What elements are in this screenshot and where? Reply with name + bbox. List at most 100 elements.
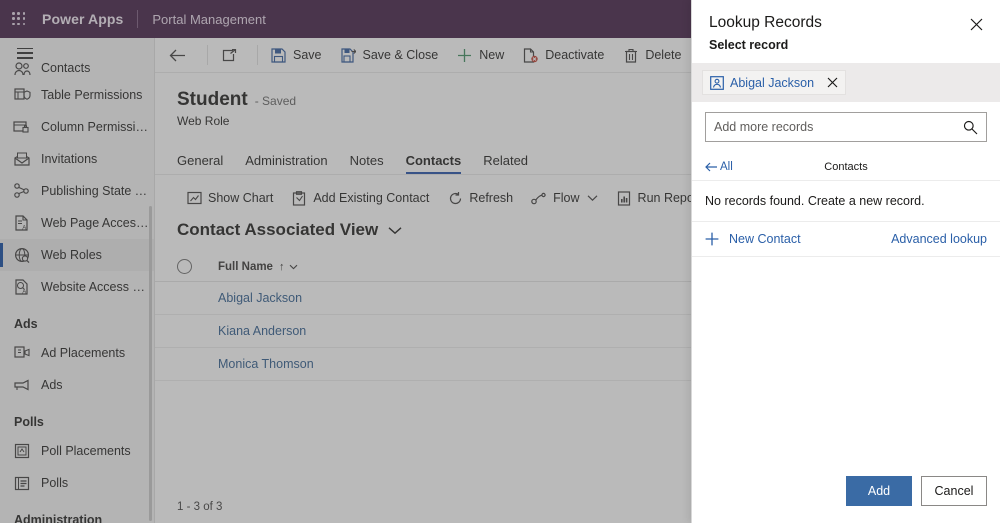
command-label: Save	[293, 48, 322, 62]
table-permissions-icon	[11, 86, 33, 104]
sidebar-item-label: Column Permissio...	[41, 120, 149, 134]
page-title: Student	[177, 89, 248, 110]
sidebar-item-label: Publishing State T...	[41, 184, 149, 198]
flow-icon	[531, 190, 547, 206]
command-separator	[207, 45, 208, 65]
results-header: All Contacts	[692, 153, 1000, 181]
ad-placements-icon	[11, 344, 33, 362]
close-icon[interactable]	[827, 77, 838, 88]
deactivate-icon	[522, 47, 539, 64]
add-existing-contact-button[interactable]: Add Existing Contact	[282, 183, 438, 213]
back-button[interactable]	[157, 38, 204, 73]
new-contact-label: New Contact	[729, 232, 801, 246]
sidebar-item-polls[interactable]: Polls	[0, 467, 154, 499]
sidebar-item-contacts[interactable]: Contacts	[0, 57, 154, 79]
search-icon[interactable]	[963, 120, 978, 135]
plus-icon	[705, 232, 719, 246]
flow-button[interactable]: Flow	[522, 183, 606, 213]
new-button[interactable]: New	[447, 38, 513, 73]
brand-label[interactable]: Power Apps	[42, 11, 123, 27]
sidebar-item-column-permissions[interactable]: Column Permissio...	[0, 111, 154, 143]
panel-footer: Add Cancel	[846, 476, 987, 506]
contact-record-icon	[710, 75, 724, 90]
sidebar-item-ads[interactable]: Ads	[0, 369, 154, 401]
sidebar-item-ad-placements[interactable]: Ad Placements	[0, 337, 154, 369]
save-status-label: - Saved	[254, 94, 297, 108]
sidebar-group-ads: Ads	[14, 317, 38, 331]
contact-link[interactable]: Abigal Jackson	[218, 291, 302, 305]
sidebar-item-website-access-permissions[interactable]: A Website Access P...	[0, 271, 154, 303]
tab-related[interactable]: Related	[483, 153, 528, 174]
polls-icon	[11, 474, 33, 492]
refresh-icon	[447, 190, 463, 206]
web-page-access-icon: A	[11, 214, 33, 232]
selected-records-area: Abigal Jackson	[692, 63, 1000, 102]
delete-trash-icon	[622, 47, 639, 64]
sidebar-item-label: Web Roles	[41, 248, 102, 262]
invitations-icon	[11, 150, 33, 168]
sidebar-item-label: Ad Placements	[41, 346, 126, 360]
show-chart-button[interactable]: Show Chart	[177, 183, 282, 213]
deactivate-button[interactable]: Deactivate	[513, 38, 613, 73]
sidebar-item-table-permissions[interactable]: Table Permissions	[0, 79, 154, 111]
command-label: New	[479, 48, 505, 62]
search-box[interactable]	[705, 112, 987, 142]
command-separator	[257, 45, 258, 65]
sidebar-group-administration: Administration	[14, 513, 103, 523]
svg-text:A: A	[22, 290, 26, 295]
save-button[interactable]: Save	[261, 38, 331, 73]
sidebar-item-publishing-state-transitions[interactable]: Publishing State T...	[0, 175, 154, 207]
search-input[interactable]	[714, 120, 963, 134]
sidebar-item-poll-placements[interactable]: Poll Placements	[0, 435, 154, 467]
open-in-new-window-icon	[221, 47, 238, 64]
column-header-label: Full Name	[218, 260, 273, 273]
sidebar-item-label: Invitations	[41, 152, 98, 166]
panel-header: Lookup Records Select record	[692, 0, 1000, 52]
view-name-label: Contact Associated View	[177, 220, 379, 239]
website-access-icon: A	[11, 278, 33, 296]
subgrid-refresh-button[interactable]: Refresh	[438, 183, 522, 213]
save-icon	[270, 47, 287, 64]
publishing-state-icon	[11, 182, 33, 200]
add-button[interactable]: Add	[846, 476, 912, 506]
sidebar-item-label: Table Permissions	[41, 88, 143, 102]
contact-link[interactable]: Monica Thomson	[218, 357, 314, 371]
contacts-icon	[11, 59, 33, 77]
command-label: Flow	[553, 191, 580, 205]
back-arrow-icon	[169, 47, 186, 64]
record-count-label: 1 - 3 of 3	[177, 501, 223, 513]
column-header-full-name[interactable]: Full Name ↑	[218, 261, 298, 273]
contact-link[interactable]: Kiana Anderson	[218, 324, 306, 338]
open-in-new-window-button[interactable]	[211, 38, 254, 73]
command-label: Deactivate	[545, 48, 605, 62]
column-permissions-icon	[11, 118, 33, 136]
sidebar-item-web-page-access[interactable]: A Web Page Access ...	[0, 207, 154, 239]
brand-separator	[137, 10, 139, 28]
command-label: Save & Close	[362, 48, 439, 62]
sidebar-scrollbar[interactable]	[149, 206, 152, 521]
app-launcher-icon[interactable]	[0, 0, 38, 38]
advanced-lookup-link[interactable]: Advanced lookup	[891, 232, 987, 246]
sort-ascending-icon: ↑	[278, 260, 285, 273]
show-chart-icon	[186, 190, 202, 206]
select-all-circle-icon[interactable]	[177, 259, 192, 274]
tab-contacts[interactable]: Contacts	[405, 153, 461, 174]
new-contact-button[interactable]: New Contact	[705, 232, 801, 246]
command-label: Show Chart	[208, 191, 274, 205]
sidebar-item-invitations[interactable]: Invitations	[0, 143, 154, 175]
poll-placements-icon	[11, 442, 33, 460]
save-and-close-button[interactable]: Save & Close	[331, 38, 448, 73]
sidebar-item-label: Ads	[41, 378, 63, 392]
ads-icon	[11, 376, 33, 394]
chevron-down-icon	[289, 264, 298, 270]
selected-record-chip[interactable]: Abigal Jackson	[702, 70, 847, 95]
tab-administration[interactable]: Administration	[245, 153, 327, 174]
sidebar-item-web-roles[interactable]: Web Roles	[0, 239, 154, 271]
close-icon[interactable]	[962, 10, 990, 38]
tab-general[interactable]: General	[177, 153, 223, 174]
app-name-label[interactable]: Portal Management	[152, 12, 265, 27]
cancel-button[interactable]: Cancel	[921, 476, 987, 506]
delete-button[interactable]: Delete	[613, 38, 690, 73]
plus-icon	[456, 47, 473, 64]
tab-notes[interactable]: Notes	[350, 153, 384, 174]
